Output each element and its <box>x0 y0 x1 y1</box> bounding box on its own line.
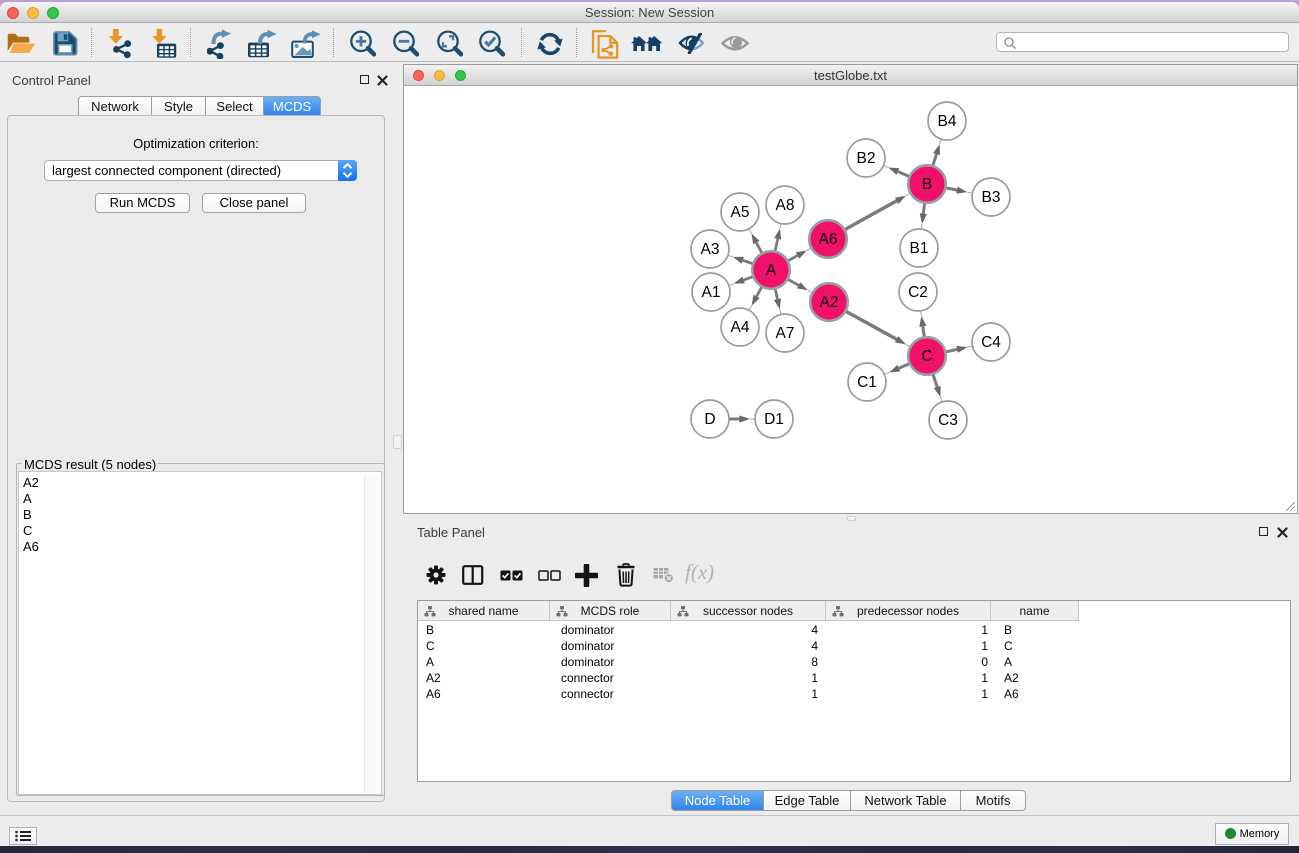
svg-text:C: C <box>921 348 932 365</box>
svg-text:C4: C4 <box>981 334 1001 351</box>
svg-text:A1: A1 <box>702 284 721 301</box>
svg-text:C2: C2 <box>908 284 928 301</box>
svg-text:A7: A7 <box>776 325 795 342</box>
svg-text:B: B <box>922 176 932 193</box>
svg-text:B4: B4 <box>938 113 957 130</box>
svg-text:B2: B2 <box>857 150 876 167</box>
svg-text:A2: A2 <box>820 294 839 311</box>
svg-text:A8: A8 <box>776 197 795 214</box>
svg-text:A6: A6 <box>819 231 838 248</box>
svg-text:A4: A4 <box>731 319 750 336</box>
svg-text:B1: B1 <box>910 240 929 257</box>
svg-text:A3: A3 <box>701 241 720 258</box>
svg-text:D: D <box>704 411 715 428</box>
svg-text:C3: C3 <box>938 412 958 429</box>
svg-text:B3: B3 <box>982 189 1001 206</box>
svg-text:C1: C1 <box>857 374 877 391</box>
svg-text:D1: D1 <box>764 411 784 428</box>
svg-text:A5: A5 <box>731 204 750 221</box>
svg-text:A: A <box>766 262 777 279</box>
